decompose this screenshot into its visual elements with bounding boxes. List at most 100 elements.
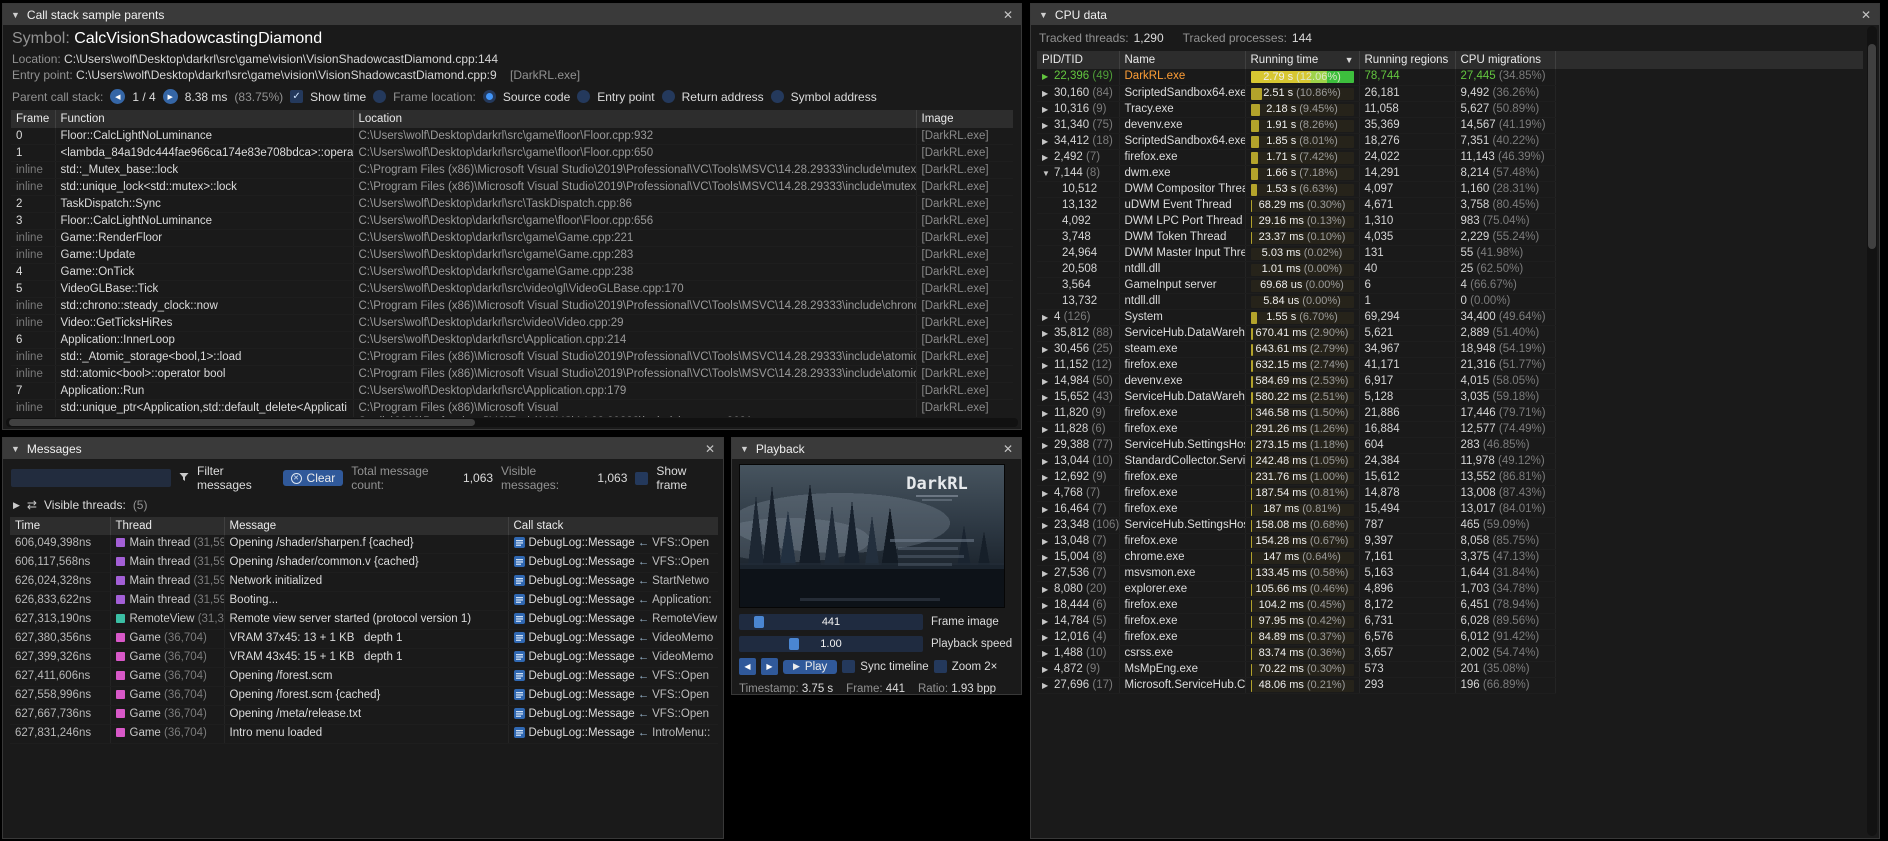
cpu-row[interactable]: ▶29,388 (77) ServiceHub.SettingsHost 273… xyxy=(1037,437,1863,453)
expand-icon[interactable]: ▶ xyxy=(1042,454,1054,469)
cpu-row[interactable]: ▶18,444 (6) firefox.exe 104.2 ms(0.45%) … xyxy=(1037,597,1863,613)
show-frame-checkbox[interactable] xyxy=(635,472,648,485)
close-icon[interactable]: ✕ xyxy=(1003,8,1013,22)
expand-icon[interactable]: ▶ xyxy=(1042,69,1054,84)
expand-icon[interactable]: ▶ xyxy=(1042,150,1054,165)
expand-icon[interactable]: ▶ xyxy=(1042,390,1054,405)
callstack-cell[interactable]: DebugLog::Message←VFS::Open xyxy=(508,706,718,725)
show-time-checkbox[interactable]: ✓ xyxy=(290,90,303,103)
callstack-cell[interactable]: DebugLog::Message←StartNetwo xyxy=(508,573,718,592)
expand-icon[interactable]: ▶ xyxy=(1042,598,1054,613)
filter-input[interactable] xyxy=(11,469,171,487)
playback-speed-slider[interactable]: 1.00 xyxy=(739,636,923,652)
cpu-row[interactable]: ▶4,872 (9) MsMpEng.exe 70.22 ms(0.30%) 5… xyxy=(1037,661,1863,677)
collapse-icon[interactable]: ▼ xyxy=(1039,10,1048,20)
message-row[interactable]: 627,313,190ns RemoteView (31,392) Remote… xyxy=(10,611,718,630)
expand-icon[interactable]: ▶ xyxy=(1042,406,1054,421)
callstack-row[interactable]: 0 Floor::CalcLightNoLuminance C:\Users\w… xyxy=(11,128,1013,145)
play-button[interactable]: ▶ Play xyxy=(783,660,837,674)
expand-icon[interactable]: ▶ xyxy=(1042,310,1054,325)
expand-icon[interactable]: ▶ xyxy=(1042,550,1054,565)
prev-frame-button[interactable]: ◀ xyxy=(739,658,756,675)
radio-symbol-address[interactable] xyxy=(771,90,784,103)
cpu-row[interactable]: ▶31,340 (75) devenv.exe 1.91 s(8.26%) 35… xyxy=(1037,117,1863,133)
cpu-row[interactable]: ▶15,652 (43) ServiceHub.DataWarehou 580.… xyxy=(1037,389,1863,405)
callstack-row[interactable]: inline std::atomic<bool>::operator bool … xyxy=(11,366,1013,383)
cpu-row[interactable]: ▶14,984 (50) devenv.exe 584.69 ms(2.53%)… xyxy=(1037,373,1863,389)
cpu-row[interactable]: ▶27,696 (17) Microsoft.ServiceHub.Co 48.… xyxy=(1037,677,1863,693)
cpu-row[interactable]: 10,512 DWM Compositor Thread 1.53 s(6.63… xyxy=(1037,181,1863,197)
cpu-row[interactable]: 13,732 ntdll.dll 5.84 us(0.00%) 1 0 (0.0… xyxy=(1037,293,1863,309)
expand-icon[interactable]: ▶ xyxy=(1042,358,1054,373)
cpu-row[interactable]: ▶13,048 (7) firefox.exe 154.28 ms(0.67%)… xyxy=(1037,533,1863,549)
message-row[interactable]: 606,049,398ns Main thread (31,596) Openi… xyxy=(10,535,718,554)
expand-icon[interactable]: ▶ xyxy=(1042,470,1054,485)
callstack-row[interactable]: 1 <lambda_84a19dc444fae966ca174e83e708bd… xyxy=(11,145,1013,162)
cpu-row[interactable]: ▶11,152 (12) firefox.exe 632.15 ms(2.74%… xyxy=(1037,357,1863,373)
expand-icon[interactable]: ▶ xyxy=(1042,534,1054,549)
prev-stack-button[interactable]: ◀ xyxy=(110,89,125,104)
radio-source-code[interactable] xyxy=(483,90,496,103)
expand-icon[interactable]: ▶ xyxy=(1042,518,1054,533)
callstack-row[interactable]: inline Game::RenderFloor C:\Users\wolf\D… xyxy=(11,230,1013,247)
cpu-row[interactable]: ▶13,044 (10) StandardCollector.Servic 24… xyxy=(1037,453,1863,469)
expand-icon[interactable]: ▶ xyxy=(1042,566,1054,581)
message-row[interactable]: 627,399,326ns Game (36,704) VRAM 43x45: … xyxy=(10,649,718,668)
cpu-row[interactable]: 24,964 DWM Master Input Thread 5.03 ms(0… xyxy=(1037,245,1863,261)
callstack-row[interactable]: inline std::_Atomic_storage<bool,1>::loa… xyxy=(11,349,1013,366)
message-row[interactable]: 606,117,568ns Main thread (31,596) Openi… xyxy=(10,554,718,573)
message-row[interactable]: 627,380,356ns Game (36,704) VRAM 37x45: … xyxy=(10,630,718,649)
expand-icon[interactable]: ▶ xyxy=(1042,342,1054,357)
scrollbar-thumb[interactable] xyxy=(1868,44,1876,249)
cpu-row[interactable]: ▶2,492 (7) firefox.exe 1.71 s(7.42%) 24,… xyxy=(1037,149,1863,165)
cpu-row[interactable]: 3,564 GameInput server 69.68 us(0.00%) 6… xyxy=(1037,277,1863,293)
callstack-row[interactable]: 2 TaskDispatch::Sync C:\Users\wolf\Deskt… xyxy=(11,196,1013,213)
zoom-2x-checkbox[interactable] xyxy=(934,660,947,673)
callstack-cell[interactable]: DebugLog::Message←IntroMenu:: xyxy=(508,725,718,744)
cpu-row[interactable]: ▶15,004 (8) chrome.exe 147 ms(0.64%) 7,1… xyxy=(1037,549,1863,565)
cpu-row[interactable]: ▶11,828 (6) firefox.exe 291.26 ms(1.26%)… xyxy=(1037,421,1863,437)
cpu-row[interactable]: ▶23,348 (106) ServiceHub.SettingsHost 15… xyxy=(1037,517,1863,533)
callstack-row[interactable]: 3 Floor::CalcLightNoLuminance C:\Users\w… xyxy=(11,213,1013,230)
cpu-row[interactable]: ▶12,692 (9) firefox.exe 231.76 ms(1.00%)… xyxy=(1037,469,1863,485)
cpu-row[interactable]: ▼7,144 (8) dwm.exe 1.66 s(7.18%) 14,291 … xyxy=(1037,165,1863,181)
radio-entry-point[interactable] xyxy=(577,90,590,103)
frame-image-slider[interactable]: 441 xyxy=(739,614,923,630)
cpu-row[interactable]: ▶27,536 (7) msvsmon.exe 133.45 ms(0.58%)… xyxy=(1037,565,1863,581)
expand-icon[interactable]: ▶ xyxy=(1042,422,1054,437)
close-icon[interactable]: ✕ xyxy=(1003,442,1013,456)
vertical-scrollbar[interactable] xyxy=(1867,26,1877,836)
cpu-row[interactable]: 4,092 DWM LPC Port Thread 29.16 ms(0.13%… xyxy=(1037,213,1863,229)
radio-entry-point-label[interactable]: Entry point xyxy=(597,90,654,104)
expand-icon[interactable]: ▶ xyxy=(1042,86,1054,101)
cpu-row[interactable]: 3,748 DWM Token Thread 23.37 ms(0.10%) 4… xyxy=(1037,229,1863,245)
cpu-row[interactable]: ▶4 (126) System 1.55 s(6.70%) 69,294 34,… xyxy=(1037,309,1863,325)
expand-icon[interactable]: ▶ xyxy=(1042,486,1054,501)
expand-icon[interactable]: ▶ xyxy=(1042,614,1054,629)
collapse-icon[interactable]: ▼ xyxy=(11,444,20,454)
cpu-row[interactable]: ▶10,316 (9) Tracy.exe 2.18 s(9.45%) 11,0… xyxy=(1037,101,1863,117)
cpu-row[interactable]: ▶35,812 (88) ServiceHub.DataWarehou 670.… xyxy=(1037,325,1863,341)
message-row[interactable]: 626,833,622ns Main thread (31,596) Booti… xyxy=(10,592,718,611)
next-stack-button[interactable]: ▶ xyxy=(163,89,178,104)
cpu-row[interactable]: ▶4,768 (7) firefox.exe 187.54 ms(0.81%) … xyxy=(1037,485,1863,501)
callstack-row[interactable]: 6 Application::InnerLoop C:\Users\wolf\D… xyxy=(11,332,1013,349)
cpu-row[interactable]: ▶8,080 (20) explorer.exe 105.66 ms(0.46%… xyxy=(1037,581,1863,597)
callstack-cell[interactable]: DebugLog::Message←VFS::Open xyxy=(508,554,718,573)
cpu-row[interactable]: ▶14,784 (5) firefox.exe 97.95 ms(0.42%) … xyxy=(1037,613,1863,629)
column-header-running-time[interactable]: Running time▼ xyxy=(1245,51,1359,69)
expand-icon[interactable]: ▶ xyxy=(1042,678,1054,693)
callstack-row[interactable]: 5 VideoGLBase::Tick C:\Users\wolf\Deskto… xyxy=(11,281,1013,298)
close-icon[interactable]: ✕ xyxy=(705,442,715,456)
callstack-row[interactable]: inline std::unique_lock<std::mutex>::loc… xyxy=(11,179,1013,196)
expand-icon[interactable]: ▶ xyxy=(1042,102,1054,117)
expand-icon[interactable]: ▶ xyxy=(13,500,20,511)
radio-source-code-label[interactable]: Source code xyxy=(503,90,570,104)
cpu-row[interactable]: ▶22,396 (49) DarkRL.exe 2.79 s(12.06%) 7… xyxy=(1037,69,1863,85)
callstack-cell[interactable]: DebugLog::Message←Application: xyxy=(508,592,718,611)
expand-icon[interactable]: ▶ xyxy=(1042,662,1054,677)
collapse-icon[interactable]: ▼ xyxy=(740,444,749,454)
cpu-row[interactable]: 20,508 ntdll.dll 1.01 ms(0.00%) 40 25 (6… xyxy=(1037,261,1863,277)
expand-icon[interactable]: ▶ xyxy=(1042,438,1054,453)
message-row[interactable]: 627,411,606ns Game (36,704) Opening /for… xyxy=(10,668,718,687)
